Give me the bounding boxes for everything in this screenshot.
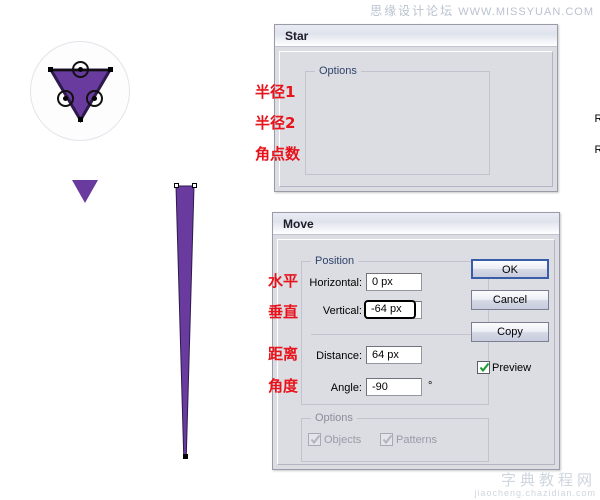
star-dialog-title: Star [285, 29, 309, 43]
watermark-bottom-cn: 字典教程网 [500, 471, 596, 489]
annotation-points: 角点数 [255, 145, 301, 163]
angle-unit-label: ° [428, 380, 433, 392]
annotation-radius1: 半径1 [255, 83, 296, 101]
star-dialog[interactable]: Star Options Radius 1: 1.4 px Radius 2: … [274, 24, 600, 192]
tapered-spike-svg [175, 185, 195, 456]
distance-input[interactable]: 64 px [366, 346, 422, 364]
position-separator [311, 334, 471, 335]
checkmark-icon-dim-objects [310, 434, 321, 445]
checkmark-icon [479, 362, 490, 373]
spike-anchor-top-right[interactable] [192, 183, 197, 188]
spike-anchor-top-left[interactable] [174, 183, 179, 188]
star-options-group-label: Options [315, 65, 361, 77]
handle-right-dot [92, 96, 97, 101]
annotation-horizontal: 水平 [268, 272, 299, 290]
handle-left-dot [63, 96, 68, 101]
preview-triangle[interactable] [72, 180, 98, 206]
star-dialog-titlebar[interactable]: Star [275, 25, 557, 47]
move-ok-button[interactable]: OK [471, 259, 549, 279]
watermark-bottom: 字典教程网 jiaocheng.chazidian.com [474, 473, 596, 498]
points-label: Points: [585, 175, 600, 187]
watermark-top-cn: 思缘设计论坛 [370, 4, 455, 18]
annotation-angle: 角度 [268, 377, 299, 395]
preview-checkbox-label[interactable]: Preview [492, 362, 531, 374]
vertical-label: Vertical: [322, 305, 362, 317]
angle-label: Angle: [330, 382, 362, 394]
spike-anchor-bottom[interactable] [183, 454, 188, 459]
move-cancel-button[interactable]: Cancel [471, 290, 549, 310]
objects-checkbox [308, 433, 321, 446]
annotation-vertical: 垂直 [268, 303, 299, 321]
selected-triangle[interactable] [47, 58, 114, 124]
vertical-input[interactable]: -64 px [364, 300, 416, 319]
distance-label: Distance: [316, 350, 362, 362]
star-options-group: Options [305, 65, 490, 175]
watermark-top: 思缘设计论坛 WWW.MISSYUAN.COM [370, 2, 594, 19]
patterns-checkbox-label: Patterns [396, 434, 437, 446]
handle-left[interactable] [57, 90, 74, 107]
move-dialog-title: Move [283, 217, 314, 231]
anchor-point-right[interactable] [108, 67, 113, 72]
angle-input[interactable]: -90 [366, 378, 422, 396]
anchor-point-left[interactable] [48, 67, 53, 72]
objects-checkbox-label: Objects [324, 434, 362, 446]
handle-top-dot [78, 67, 83, 72]
annotation-distance: 距离 [268, 345, 299, 363]
horizontal-input[interactable]: 0 px [366, 273, 422, 291]
annotation-radius2: 半径2 [255, 114, 296, 132]
move-position-group-label: Position [311, 255, 359, 267]
preview-triangle-svg [72, 180, 98, 203]
anchor-point-bottom[interactable] [78, 117, 83, 122]
handle-top[interactable] [72, 61, 89, 78]
tapered-spike-shape[interactable] [172, 183, 198, 462]
move-options-group-label: Options [311, 412, 357, 424]
move-dialog-titlebar[interactable]: Move [273, 213, 559, 235]
patterns-checkbox [380, 433, 393, 446]
handle-right[interactable] [86, 90, 103, 107]
radius2-label: Radius 2: [594, 144, 600, 156]
preview-checkbox[interactable] [477, 361, 490, 374]
radius1-label: Radius 1: [594, 113, 600, 125]
move-copy-button[interactable]: Copy [471, 322, 549, 342]
checkmark-icon-dim-patterns [382, 434, 393, 445]
watermark-bottom-url: jiaocheng.chazidian.com [474, 487, 596, 498]
horizontal-label: Horizontal: [309, 277, 362, 289]
watermark-top-url: WWW.MISSYUAN.COM [458, 6, 594, 18]
